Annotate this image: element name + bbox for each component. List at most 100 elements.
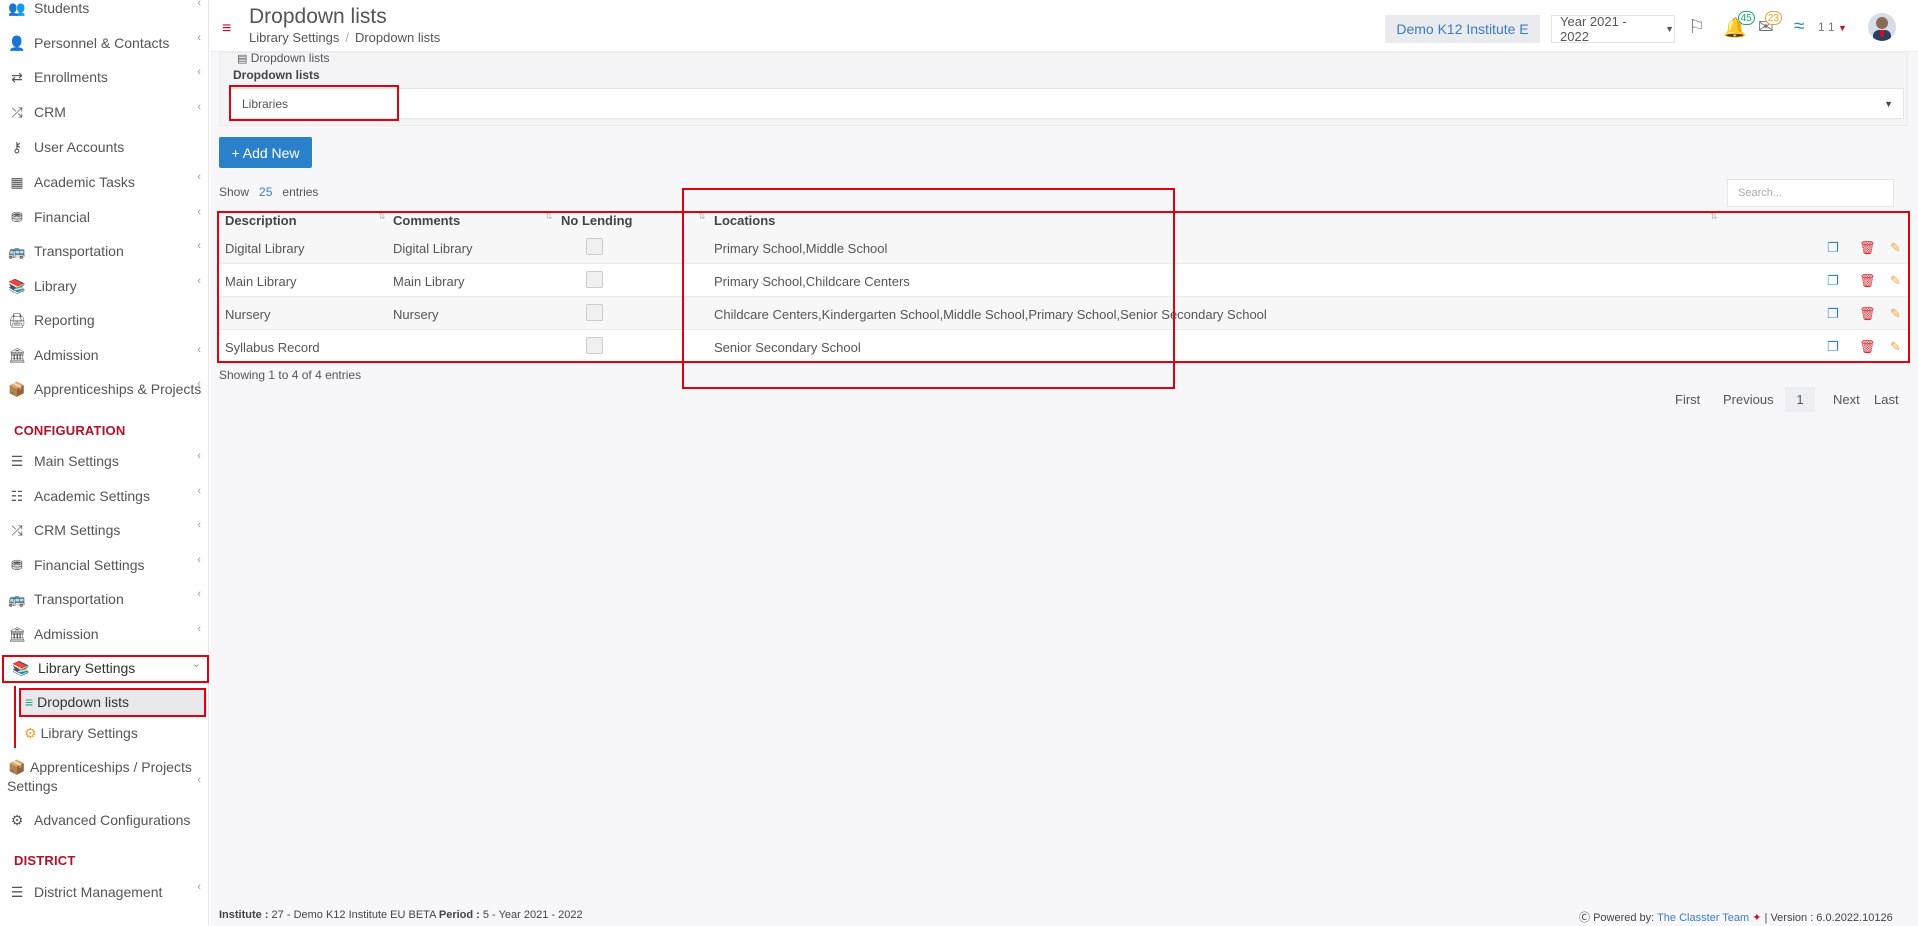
messages-badge: 23 (1764, 11, 1782, 25)
layers-icon[interactable]: ≈ (1794, 16, 1804, 38)
pencil-icon[interactable]: ✎ (1890, 273, 1901, 289)
trash-icon[interactable]: 🗑 (1859, 240, 1876, 256)
sidebar-subitem-dropdown-lists[interactable]: ≡ Dropdown lists (20, 688, 207, 716)
sidebar-item-district-management[interactable]: ☰ District Management ‹ (0, 878, 209, 906)
caret-down-icon: ▼ (1884, 99, 1893, 109)
copy-icon[interactable]: ❐ (1827, 339, 1839, 355)
sitemap-icon: ☷ (10, 487, 24, 504)
show-entries: Show 25 entries (219, 185, 319, 199)
pencil-icon[interactable]: ✎ (1890, 306, 1901, 322)
add-new-button[interactable]: + Add New (219, 137, 312, 168)
sidebar-item-financial[interactable]: ⛃ Financial ‹ (0, 203, 209, 231)
chevron-left-icon: ‹ (197, 485, 201, 497)
sidebar-item-academic-settings[interactable]: ☷ Academic Settings ‹ (0, 482, 209, 510)
trash-icon[interactable]: 🗑 (1859, 306, 1876, 322)
copy-icon[interactable]: ❐ (1827, 273, 1839, 289)
chevron-left-icon: ‹ (197, 0, 201, 9)
no-lending-checkbox[interactable] (586, 238, 603, 255)
sidebar-item-admission[interactable]: 🏛 Admission ‹ (0, 341, 209, 369)
pagination-page[interactable]: 1 (1785, 387, 1815, 412)
sidebar-item-user-accounts[interactable]: ⚷ User Accounts (0, 133, 209, 161)
page-size-select[interactable]: 25 (259, 185, 272, 199)
column-header-locations[interactable]: Locations (714, 213, 775, 228)
sidebar-item-crm[interactable]: ⤮ CRM ‹ (0, 98, 209, 126)
users-icon: 👥 (8, 0, 26, 16)
hamburger-menu-icon[interactable]: ≡ (222, 20, 231, 38)
pagination-next[interactable]: Next (1833, 387, 1860, 412)
pagination-previous[interactable]: Previous (1723, 387, 1774, 412)
pencil-icon[interactable]: ✎ (1890, 240, 1901, 256)
pencil-icon[interactable]: ✎ (1890, 339, 1901, 355)
chevron-down-icon: ⌄ (191, 658, 201, 670)
chevron-left-icon: ‹ (197, 554, 201, 566)
sort-icon[interactable]: ⇅ (1710, 211, 1718, 222)
sort-icon[interactable]: ⇅ (698, 211, 706, 222)
sort-icon[interactable]: ⇅ (378, 211, 386, 222)
sidebar-item-personnel[interactable]: 👤 Personnel & Contacts ‹ (0, 29, 209, 57)
sidebar-item-transportation[interactable]: 🚌 Transportation ‹ (0, 237, 209, 265)
chevron-left-icon: ‹ (197, 450, 201, 462)
gears-icon: ⚙ (24, 724, 37, 741)
notifications-badge: 45 (1737, 11, 1755, 25)
sidebar-item-apprenticeships-settings[interactable]: 📦 Apprenticeships / Projects Settings ‹ (0, 758, 209, 798)
copy-icon[interactable]: ❐ (1827, 240, 1839, 256)
breadcrumb-library-settings[interactable]: Library Settings (249, 30, 339, 45)
dropdown-list-select[interactable]: Libraries ▼ (229, 88, 1904, 119)
no-lending-checkbox[interactable] (586, 304, 603, 321)
column-header-no-lending[interactable]: No Lending (561, 213, 633, 228)
box-icon: 📦 (8, 759, 26, 775)
sidebar-item-main-settings[interactable]: ☰ Main Settings ‹ (0, 447, 209, 475)
page-title: Dropdown lists (249, 5, 387, 28)
bus-icon: 🚌 (8, 590, 26, 607)
search-input[interactable]: Search... (1727, 179, 1894, 207)
pagination-first[interactable]: First (1675, 387, 1700, 412)
pagination-last[interactable]: Last (1874, 387, 1899, 412)
chevron-left-icon: ‹ (197, 32, 201, 44)
column-header-comments[interactable]: Comments (393, 213, 460, 228)
sort-icon[interactable]: ⇅ (545, 211, 553, 222)
user-label[interactable]: 1 1 ▼ (1818, 20, 1847, 34)
trash-icon[interactable]: 🗑 (1859, 273, 1876, 289)
sidebar-item-students[interactable]: 👥 Students ‹ (0, 0, 209, 22)
sidebar-item-library[interactable]: 📚 Library ‹ (0, 272, 209, 300)
sidebar-item-apprenticeships[interactable]: 📦 Apprenticeships & Projects ‹ (0, 375, 209, 403)
sidebar-item-library-settings[interactable]: 📚 Library Settings ⌄ (0, 654, 209, 682)
trash-icon[interactable]: 🗑 (1859, 339, 1876, 355)
classter-team-link[interactable]: The Classter Team (1657, 912, 1749, 924)
section-district: DISTRICT (14, 853, 76, 868)
chevron-left-icon: ‹ (197, 101, 201, 113)
sidebar-item-academic-tasks[interactable]: ▦ Academic Tasks ‹ (0, 168, 209, 196)
box-icon: 📦 (8, 380, 26, 397)
chevron-left-icon: ‹ (197, 171, 201, 183)
top-bar: ≡ Dropdown lists Library Settings / Dropdo… (210, 0, 1918, 52)
sidebar-item-advanced-configurations[interactable]: ⚙ Advanced Configurations (0, 806, 209, 834)
flag-icon[interactable]: ⚐ (1688, 16, 1705, 39)
layers-icon: ≡ (25, 694, 34, 710)
institute-button[interactable]: Demo K12 Institute E (1385, 15, 1540, 43)
footer-credits: Ⓒ Powered by: The Classter Team ✦ | Vers… (1579, 912, 1893, 924)
sidebar-item-transportation-settings[interactable]: 🚌 Transportation ‹ (0, 585, 209, 613)
bell-icon[interactable]: 🔔 45 (1723, 11, 1755, 40)
coins-icon: ⛃ (11, 208, 23, 225)
chevron-left-icon: ‹ (197, 881, 201, 893)
column-header-description[interactable]: Description (225, 213, 297, 228)
caret-down-icon: ▼ (1838, 23, 1847, 33)
sidebar-item-financial-settings[interactable]: ⛃ Financial Settings ‹ (0, 551, 209, 579)
no-lending-checkbox[interactable] (586, 271, 603, 288)
breadcrumb: Library Settings / Dropdown lists (249, 30, 441, 45)
sidebar-subitem-library-settings[interactable]: ⚙ Library Settings (24, 719, 211, 747)
sidebar-item-enrollments[interactable]: ⇄ Enrollments ‹ (0, 63, 209, 91)
sidebar-item-crm-settings[interactable]: ⤮ CRM Settings ‹ (0, 516, 209, 544)
sidebar-item-reporting[interactable]: 🖨 Reporting (0, 306, 209, 334)
envelope-icon[interactable]: ✉ 23 (1758, 11, 1782, 39)
avatar[interactable] (1868, 13, 1896, 41)
list-icon: ☰ (10, 883, 24, 900)
year-select[interactable]: Year 2021 - 2022 ▼ (1551, 14, 1675, 44)
copy-icon[interactable]: ❐ (1827, 306, 1839, 322)
sidebar-item-admission-settings[interactable]: 🏛 Admission ‹ (0, 620, 209, 648)
chevron-left-icon: ‹ (197, 240, 201, 252)
no-lending-checkbox[interactable] (586, 337, 603, 354)
footer-info: Institute : 27 - Demo K12 Institute EU B… (219, 909, 583, 921)
chevron-left-icon: ‹ (197, 206, 201, 218)
main-content: ≡ Dropdown lists Library Settings / Dropdo… (210, 0, 1918, 926)
